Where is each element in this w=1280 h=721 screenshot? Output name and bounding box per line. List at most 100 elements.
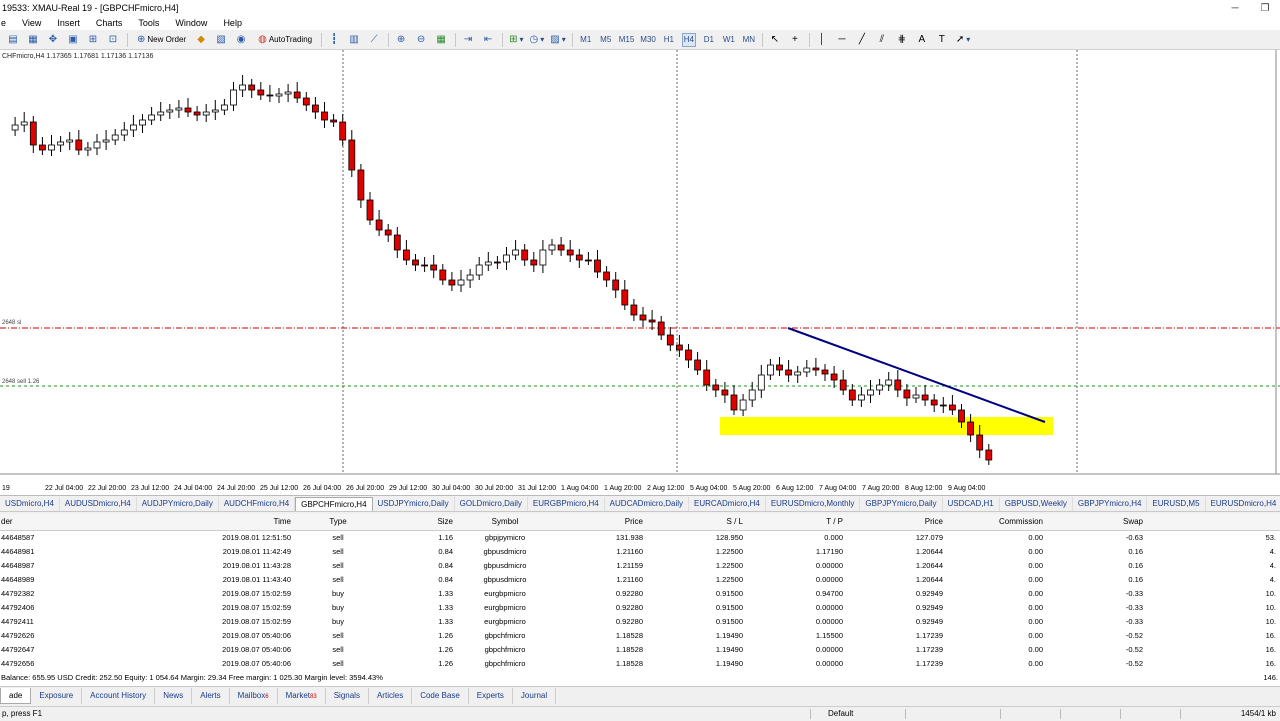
chart-tab[interactable]: USDJPYmicro,Daily <box>373 496 455 511</box>
terminal-tab[interactable]: ade <box>0 687 32 704</box>
chart-canvas[interactable]: 19 22 Jul 04:00 22 Jul 20:00 23 Jul 12:00 24… <box>0 50 1280 496</box>
terminal-tab[interactable]: Experts <box>469 687 513 704</box>
chart-tab[interactable]: EURUSDmicro,Monthly <box>766 496 861 511</box>
column-header[interactable]: Commission <box>947 514 1047 531</box>
table-row[interactable]: 44792647 2019.08.07 05:40:06 sell 1.26 gbpch… <box>0 642 1280 656</box>
navigator-icon[interactable]: ▣ <box>67 33 81 47</box>
table-row[interactable]: 44792656 2019.08.07 05:40:06 sell 1.26 gbpch… <box>0 656 1280 670</box>
terminal-tab[interactable]: Mailbox6 <box>230 687 278 704</box>
chart-tab[interactable]: GBPUSD,Weekly <box>1000 496 1073 511</box>
zoom-out-icon[interactable]: ⊖ <box>415 33 429 47</box>
timeframe-m15[interactable]: M15 <box>619 33 635 47</box>
table-row[interactable]: 44792626 2019.08.07 05:40:06 sell 1.26 gbpch… <box>0 628 1280 642</box>
terminal-tab[interactable]: Journal <box>513 687 557 704</box>
timeframe-m30[interactable]: M30 <box>640 33 656 47</box>
timeframe-h4[interactable]: H4 <box>681 32 696 47</box>
terminal-tab[interactable]: News <box>155 687 193 704</box>
menu-file[interactable]: e <box>0 18 14 28</box>
new-chart-icon[interactable]: ▤ <box>7 33 21 47</box>
menu-view[interactable]: View <box>14 18 49 28</box>
chart-tab[interactable]: EURUSD,M5 <box>1147 496 1206 511</box>
timeframe-m5[interactable]: M5 <box>599 33 613 47</box>
cursor-icon[interactable]: ↖ <box>769 33 783 47</box>
tile-windows-icon[interactable]: ▦ <box>435 33 449 47</box>
indicators-icon[interactable]: ⊞ ▾ <box>509 33 523 47</box>
table-row[interactable]: 44792411 2019.08.07 15:02:59 buy 1.33 eurgbp… <box>0 614 1280 628</box>
market-watch-icon[interactable]: ✥ <box>47 33 61 47</box>
options-icon[interactable]: ◉ <box>235 33 249 47</box>
chart-tab[interactable]: AUDUSDmicro,H4 <box>60 496 137 511</box>
bar-chart-icon[interactable]: ┇ <box>328 33 342 47</box>
vertical-line-icon[interactable]: │ <box>816 33 830 47</box>
chart-tab[interactable]: EURCADmicro,H4 <box>689 496 766 511</box>
chart-tab[interactable]: EURUSDmicro,H4 <box>1206 497 1280 511</box>
arrows-icon[interactable]: ➚ ▾ <box>956 33 970 47</box>
line-chart-icon[interactable]: ⟋ <box>368 33 382 47</box>
column-header[interactable]: Time <box>40 514 295 531</box>
column-header[interactable]: Size <box>385 514 457 531</box>
terminal-tab[interactable]: Market83 <box>278 687 326 704</box>
terminal-icon[interactable]: ⊞ <box>87 33 101 47</box>
new-order-button[interactable]: ⊕ New Order <box>134 33 189 47</box>
table-row[interactable]: 44648987 2019.08.01 11:43:28 sell 0.84 gbpus… <box>0 558 1280 572</box>
chart-tab[interactable]: AUDCADmicro,Daily <box>605 496 690 511</box>
restore-button[interactable]: ❐ <box>1250 3 1280 14</box>
terminal-tab[interactable]: Exposure <box>31 687 83 704</box>
metaeditor-icon[interactable]: ◆ <box>195 33 209 47</box>
menu-help[interactable]: Help <box>215 18 250 28</box>
table-row[interactable]: 44648989 2019.08.01 11:43:40 sell 0.84 gbpus… <box>0 572 1280 586</box>
candlestick-icon[interactable]: ▥ <box>348 33 362 47</box>
tester-icon[interactable]: ⊡ <box>107 33 121 47</box>
periods-icon[interactable]: ◷ ▾ <box>530 33 545 47</box>
zoom-in-icon[interactable]: ⊕ <box>395 33 409 47</box>
menu-window[interactable]: Window <box>167 18 215 28</box>
horizontal-line-icon[interactable]: ─ <box>836 33 850 47</box>
timeframe-m1[interactable]: M1 <box>579 33 593 47</box>
terminal-tab[interactable]: Code Base <box>412 687 469 704</box>
table-row[interactable]: 44792382 2019.08.07 15:02:59 buy 1.33 eurgbp… <box>0 586 1280 600</box>
chart-tab[interactable]: USDmicro,H4 <box>0 496 60 511</box>
timeframe-w1[interactable]: W1 <box>722 33 736 47</box>
terminal-tab[interactable]: Articles <box>369 687 413 704</box>
chart-tab[interactable]: AUDJPYmicro,Daily <box>137 496 219 511</box>
table-row[interactable]: 44648981 2019.08.01 11:42:49 sell 0.84 gbpus… <box>0 544 1280 558</box>
table-row[interactable]: 44792406 2019.08.07 15:02:59 buy 1.33 eurgbp… <box>0 600 1280 614</box>
label-icon[interactable]: T <box>936 33 950 47</box>
trendline-icon[interactable]: ╱ <box>856 33 870 47</box>
chart-tab[interactable]: GBPCHFmicro,H4 <box>295 496 373 511</box>
column-header[interactable]: S / L <box>647 514 747 531</box>
timeframe-d1[interactable]: D1 <box>702 33 716 47</box>
profiles-icon[interactable]: ▦ <box>27 33 41 47</box>
templates-icon[interactable]: ▨ ▾ <box>550 33 565 47</box>
text-icon[interactable]: A <box>916 33 930 47</box>
minimize-button[interactable]: ─ <box>1220 3 1250 14</box>
column-header[interactable]: der <box>0 514 40 531</box>
autoscroll-icon[interactable]: ⇥ <box>462 33 476 47</box>
terminal-tab[interactable]: Account History <box>82 687 156 704</box>
column-header[interactable]: Type <box>295 514 385 531</box>
autotrading-button[interactable]: ◍ AutoTrading <box>255 33 315 47</box>
menu-insert[interactable]: Insert <box>49 18 88 28</box>
chart-tab[interactable]: GBPJPYmicro,Daily <box>860 496 943 511</box>
menu-charts[interactable]: Charts <box>88 18 131 28</box>
column-header[interactable]: T / P <box>747 514 847 531</box>
column-header[interactable]: Symbol <box>457 514 557 531</box>
column-header[interactable] <box>1147 514 1280 531</box>
editor-icon[interactable]: ▧ <box>215 33 229 47</box>
price-chart[interactable]: 19 22 Jul 04:00 22 Jul 20:00 23 Jul 12:00 24… <box>0 50 1280 496</box>
table-row[interactable]: 44648587 2019.08.01 12:51:50 sell 1.16 gbpjp… <box>0 530 1280 544</box>
terminal-tab[interactable]: Alerts <box>192 687 230 704</box>
menu-tools[interactable]: Tools <box>130 18 167 28</box>
column-header[interactable]: Swap <box>1047 514 1147 531</box>
chart-tab[interactable]: EURGBPmicro,H4 <box>528 496 605 511</box>
fibonacci-icon[interactable]: ⋕ <box>896 33 910 47</box>
column-header[interactable]: Price <box>557 514 647 531</box>
timeframe-mn[interactable]: MN <box>742 33 756 47</box>
column-header[interactable]: Price <box>847 514 947 531</box>
chart-tab[interactable]: USDCAD,H1 <box>943 496 1000 511</box>
timeframe-h1[interactable]: H1 <box>662 33 676 47</box>
channel-icon[interactable]: ⫽ <box>876 33 890 47</box>
chart-tab[interactable]: AUDCHFmicro,H4 <box>219 496 296 511</box>
terminal-tab[interactable]: Signals <box>326 687 369 704</box>
chart-tab[interactable]: GOLDmicro,Daily <box>455 496 528 511</box>
